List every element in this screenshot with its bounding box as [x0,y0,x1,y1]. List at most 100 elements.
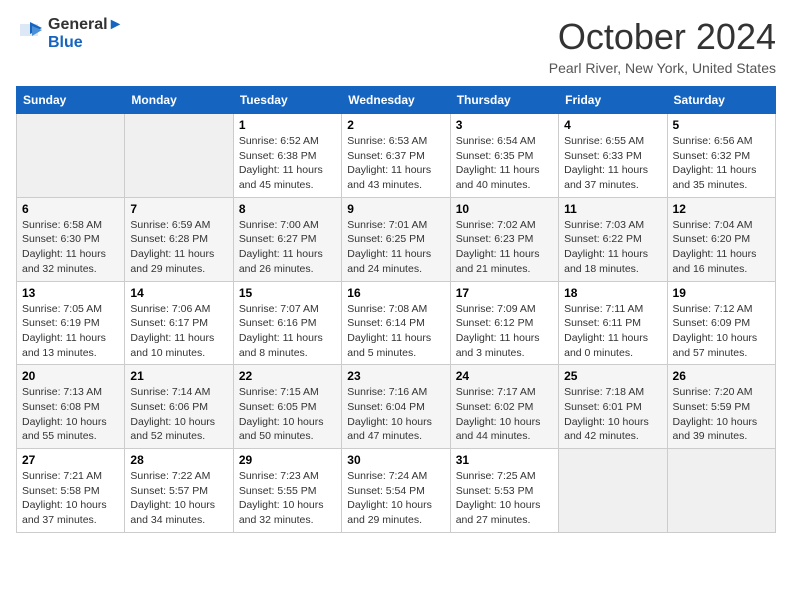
calendar-cell: 22 Sunrise: 7:15 AM Sunset: 6:05 PM Dayli… [233,365,341,449]
calendar-cell: 14 Sunrise: 7:06 AM Sunset: 6:17 PM Dayli… [125,281,233,365]
calendar-cell: 12 Sunrise: 7:04 AM Sunset: 6:20 PM Dayli… [667,197,775,281]
day-number: 30 [347,453,444,467]
calendar-cell: 16 Sunrise: 7:08 AM Sunset: 6:14 PM Dayli… [342,281,450,365]
day-number: 2 [347,118,444,132]
day-info: Sunrise: 7:08 AM Sunset: 6:14 PM Dayligh… [347,302,444,361]
calendar-cell: 26Sunrise: 7:20 AM Sunset: 5:59 PM Dayli… [667,365,775,449]
calendar-cell: 2 Sunrise: 6:53 AM Sunset: 6:37 PM Daylig… [342,114,450,198]
location: Pearl River, New York, United States [549,60,776,76]
weekday-header-monday: Monday [125,87,233,114]
day-info: Sunrise: 7:17 AM Sunset: 6:02 PM Dayligh… [456,385,553,444]
weekday-header-friday: Friday [559,87,667,114]
day-number: 9 [347,202,444,216]
day-number: 15 [239,286,336,300]
weekday-header-sunday: Sunday [17,87,125,114]
day-number: 8 [239,202,336,216]
calendar-cell: 6 Sunrise: 6:58 AM Sunset: 6:30 PM Daylig… [17,197,125,281]
calendar-cell: 1 Sunrise: 6:52 AM Sunset: 6:38 PM Daylig… [233,114,341,198]
calendar-cell: 8 Sunrise: 7:00 AM Sunset: 6:27 PM Daylig… [233,197,341,281]
month-title: October 2024 [549,16,776,58]
calendar-week-row: 6 Sunrise: 6:58 AM Sunset: 6:30 PM Daylig… [17,197,776,281]
day-number: 19 [673,286,770,300]
day-info: Sunrise: 7:04 AM Sunset: 6:20 PM Dayligh… [673,218,770,277]
day-number: 21 [130,369,227,383]
day-number: 28 [130,453,227,467]
day-info: Sunrise: 7:21 AM Sunset: 5:58 PM Dayligh… [22,469,119,528]
calendar-cell [17,114,125,198]
day-info: Sunrise: 7:03 AM Sunset: 6:22 PM Dayligh… [564,218,661,277]
day-info: Sunrise: 7:02 AM Sunset: 6:23 PM Dayligh… [456,218,553,277]
header: General► Blue October 2024 Pearl River, … [16,16,776,76]
title-area: October 2024 Pearl River, New York, Unit… [549,16,776,76]
calendar-cell: 15 Sunrise: 7:07 AM Sunset: 6:16 PM Dayli… [233,281,341,365]
calendar-cell: 10 Sunrise: 7:02 AM Sunset: 6:23 PM Dayli… [450,197,558,281]
weekday-header-row: SundayMondayTuesdayWednesdayThursdayFrid… [17,87,776,114]
calendar-cell: 31 Sunrise: 7:25 AM Sunset: 5:53 PM Dayli… [450,449,558,533]
day-number: 7 [130,202,227,216]
calendar-cell: 17Sunrise: 7:09 AM Sunset: 6:12 PM Dayli… [450,281,558,365]
calendar-cell: 28 Sunrise: 7:22 AM Sunset: 5:57 PM Dayli… [125,449,233,533]
day-info: Sunrise: 7:15 AM Sunset: 6:05 PM Dayligh… [239,385,336,444]
day-number: 12 [673,202,770,216]
weekday-header-wednesday: Wednesday [342,87,450,114]
day-info: Sunrise: 7:09 AM Sunset: 6:12 PM Dayligh… [456,302,553,361]
day-info: Sunrise: 6:52 AM Sunset: 6:38 PM Dayligh… [239,134,336,193]
calendar-cell: 29 Sunrise: 7:23 AM Sunset: 5:55 PM Dayli… [233,449,341,533]
day-number: 6 [22,202,119,216]
day-info: Sunrise: 7:25 AM Sunset: 5:53 PM Dayligh… [456,469,553,528]
calendar-cell: 27Sunrise: 7:21 AM Sunset: 5:58 PM Dayli… [17,449,125,533]
day-number: 14 [130,286,227,300]
calendar-week-row: 1 Sunrise: 6:52 AM Sunset: 6:38 PM Daylig… [17,114,776,198]
day-number: 25 [564,369,661,383]
day-number: 1 [239,118,336,132]
day-info: Sunrise: 7:13 AM Sunset: 6:08 PM Dayligh… [22,385,119,444]
day-number: 31 [456,453,553,467]
day-number: 26 [673,369,770,383]
calendar-cell: 23 Sunrise: 7:16 AM Sunset: 6:04 PM Dayli… [342,365,450,449]
day-info: Sunrise: 7:23 AM Sunset: 5:55 PM Dayligh… [239,469,336,528]
day-number: 22 [239,369,336,383]
calendar-cell: 5 Sunrise: 6:56 AM Sunset: 6:32 PM Daylig… [667,114,775,198]
day-info: Sunrise: 7:11 AM Sunset: 6:11 PM Dayligh… [564,302,661,361]
calendar-week-row: 20 Sunrise: 7:13 AM Sunset: 6:08 PM Dayli… [17,365,776,449]
calendar-cell [667,449,775,533]
day-info: Sunrise: 7:14 AM Sunset: 6:06 PM Dayligh… [130,385,227,444]
day-info: Sunrise: 7:06 AM Sunset: 6:17 PM Dayligh… [130,302,227,361]
day-info: Sunrise: 7:00 AM Sunset: 6:27 PM Dayligh… [239,218,336,277]
calendar-cell: 3Sunrise: 6:54 AM Sunset: 6:35 PM Daylig… [450,114,558,198]
calendar-cell: 11 Sunrise: 7:03 AM Sunset: 6:22 PM Dayli… [559,197,667,281]
calendar-cell: 24 Sunrise: 7:17 AM Sunset: 6:02 PM Dayli… [450,365,558,449]
day-info: Sunrise: 6:55 AM Sunset: 6:33 PM Dayligh… [564,134,661,193]
day-info: Sunrise: 7:01 AM Sunset: 6:25 PM Dayligh… [347,218,444,277]
calendar-cell: 20 Sunrise: 7:13 AM Sunset: 6:08 PM Dayli… [17,365,125,449]
day-info: Sunrise: 7:05 AM Sunset: 6:19 PM Dayligh… [22,302,119,361]
day-number: 5 [673,118,770,132]
day-number: 23 [347,369,444,383]
day-info: Sunrise: 7:12 AM Sunset: 6:09 PM Dayligh… [673,302,770,361]
calendar-cell: 25Sunrise: 7:18 AM Sunset: 6:01 PM Dayli… [559,365,667,449]
calendar-cell: 30 Sunrise: 7:24 AM Sunset: 5:54 PM Dayli… [342,449,450,533]
day-info: Sunrise: 7:07 AM Sunset: 6:16 PM Dayligh… [239,302,336,361]
day-number: 20 [22,369,119,383]
weekday-header-thursday: Thursday [450,87,558,114]
day-number: 10 [456,202,553,216]
day-number: 29 [239,453,336,467]
day-info: Sunrise: 7:24 AM Sunset: 5:54 PM Dayligh… [347,469,444,528]
day-info: Sunrise: 6:53 AM Sunset: 6:37 PM Dayligh… [347,134,444,193]
day-info: Sunrise: 7:16 AM Sunset: 6:04 PM Dayligh… [347,385,444,444]
calendar-cell [559,449,667,533]
day-number: 11 [564,202,661,216]
day-info: Sunrise: 6:56 AM Sunset: 6:32 PM Dayligh… [673,134,770,193]
day-info: Sunrise: 7:22 AM Sunset: 5:57 PM Dayligh… [130,469,227,528]
calendar-cell: 21 Sunrise: 7:14 AM Sunset: 6:06 PM Dayli… [125,365,233,449]
calendar-cell [125,114,233,198]
day-number: 24 [456,369,553,383]
calendar-table: SundayMondayTuesdayWednesdayThursdayFrid… [16,86,776,533]
logo-icon [16,20,44,48]
day-number: 16 [347,286,444,300]
day-info: Sunrise: 6:59 AM Sunset: 6:28 PM Dayligh… [130,218,227,277]
calendar-cell: 13Sunrise: 7:05 AM Sunset: 6:19 PM Dayli… [17,281,125,365]
calendar-cell: 4Sunrise: 6:55 AM Sunset: 6:33 PM Daylig… [559,114,667,198]
calendar-cell: 18Sunrise: 7:11 AM Sunset: 6:11 PM Dayli… [559,281,667,365]
day-info: Sunrise: 6:58 AM Sunset: 6:30 PM Dayligh… [22,218,119,277]
